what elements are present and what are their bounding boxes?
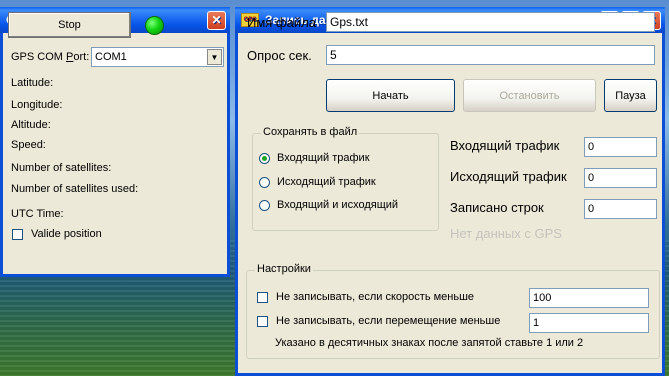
- save-group-title: Сохранять в файл: [261, 126, 360, 138]
- radio-selected-icon[interactable]: [259, 152, 270, 164]
- altitude-label: Altitude:: [11, 119, 51, 131]
- settings-group-title: Настройки: [255, 263, 313, 275]
- rows-written-label: Записано строк: [450, 200, 544, 215]
- gps-stop-button[interactable]: Stop: [8, 12, 131, 38]
- no-gps-data-status: Нет данных с GPS: [450, 226, 562, 241]
- speed-label: Speed:: [11, 139, 46, 151]
- utc-time-label: UTC Time:: [11, 208, 64, 220]
- decimal-hint: Указано в десятичных знаках после запято…: [275, 337, 584, 349]
- outgoing-traffic-value[interactable]: [584, 168, 657, 188]
- com-port-select[interactable]: COM1 ▼: [91, 47, 224, 67]
- speed-filter-label: Не записывать, если скорость меньше: [276, 291, 475, 303]
- radio-incoming[interactable]: Входящий трафик: [259, 152, 370, 164]
- stop-button[interactable]: Остановить: [463, 79, 596, 112]
- filename-input[interactable]: [326, 12, 655, 32]
- poll-interval-input[interactable]: [326, 45, 655, 65]
- move-threshold-input[interactable]: [529, 313, 649, 333]
- radio-incoming-label: Входящий трафик: [277, 152, 370, 164]
- com-port-value: COM1: [95, 51, 127, 63]
- radio-outgoing-label: Исходящий трафик: [277, 176, 376, 188]
- incoming-traffic-value[interactable]: [584, 137, 657, 157]
- radio-outgoing[interactable]: Исходящий трафик: [259, 176, 376, 188]
- com-port-label: GPS COM Port:: [11, 51, 90, 63]
- poll-interval-label: Опрос сек.: [247, 48, 312, 63]
- longitude-label: Longitude:: [11, 99, 63, 111]
- coverage-window: GPS Запись данных о зоне покрытия _ □ ✕ …: [235, 7, 665, 376]
- valid-position-checkbox[interactable]: Valide position: [12, 228, 102, 240]
- gps-window: GPS навигатор ✕ Stop GPS COM Port: COM1 …: [0, 7, 230, 277]
- satellites-used-label: Number of satellites used:: [11, 183, 139, 195]
- move-filter-label: Не записывать, если перемещение меньше: [276, 315, 501, 327]
- outgoing-traffic-label: Исходящий трафик: [450, 169, 567, 184]
- checkbox-icon[interactable]: [12, 228, 23, 240]
- checkbox-icon[interactable]: [257, 291, 268, 303]
- move-filter-checkbox[interactable]: Не записывать, если перемещение меньше: [257, 315, 500, 327]
- close-icon[interactable]: ✕: [207, 10, 226, 30]
- radio-both-label: Входящий и исходящий: [277, 199, 399, 211]
- valid-position-label: Valide position: [31, 228, 102, 240]
- radio-icon[interactable]: [259, 176, 270, 188]
- filename-label: Имя файла: [247, 15, 316, 30]
- chevron-down-icon[interactable]: ▼: [207, 49, 222, 65]
- status-indicator-icon: [145, 16, 164, 35]
- checkbox-icon[interactable]: [257, 315, 268, 327]
- incoming-traffic-label: Входящий трафик: [450, 138, 560, 153]
- speed-filter-checkbox[interactable]: Не записывать, если скорость меньше: [257, 291, 474, 303]
- pause-button[interactable]: Пауза: [604, 79, 657, 112]
- radio-both[interactable]: Входящий и исходящий: [259, 199, 398, 211]
- radio-icon[interactable]: [259, 199, 270, 211]
- satellites-label: Number of satellites:: [11, 162, 112, 174]
- start-button[interactable]: Начать: [326, 79, 455, 112]
- speed-threshold-input[interactable]: [529, 288, 649, 308]
- latitude-label: Latitude:: [11, 77, 54, 89]
- rows-written-value[interactable]: [584, 199, 657, 219]
